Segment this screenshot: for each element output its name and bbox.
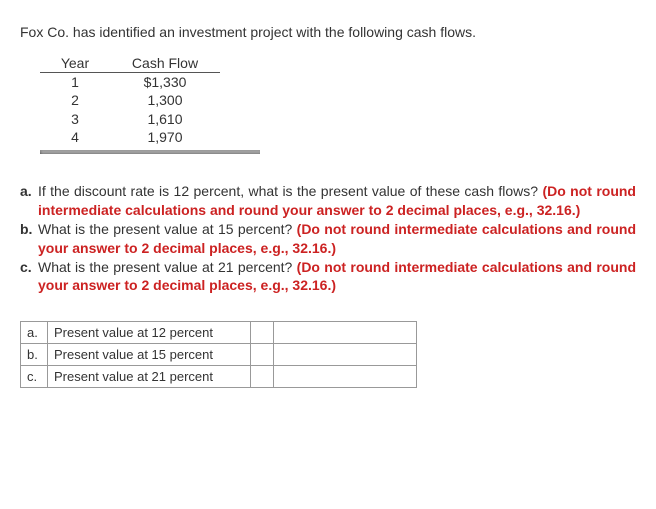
question-c: c. What is the present value at 21 perce…: [20, 258, 636, 296]
question-text: What is the present value at 21 percent?: [38, 259, 297, 275]
answer-table: a. Present value at 12 percent b. Presen…: [20, 321, 417, 388]
answer-desc: Present value at 12 percent: [48, 322, 251, 344]
table-row: 1 $1,330: [40, 73, 220, 92]
question-text: If the discount rate is 12 percent, what…: [38, 183, 542, 199]
cell-year: 4: [40, 128, 110, 146]
question-label: a.: [20, 182, 38, 201]
question-label: c.: [20, 258, 38, 277]
answer-desc: Present value at 21 percent: [48, 366, 251, 388]
answer-row: b. Present value at 15 percent: [21, 344, 417, 366]
answer-input-cell[interactable]: [274, 366, 417, 388]
table-row: 2 1,300: [40, 91, 220, 109]
answer-prefix-cell[interactable]: [251, 322, 274, 344]
cell-cf: 1,300: [110, 91, 220, 109]
cell-cf: 1,610: [110, 110, 220, 128]
question-label: b.: [20, 220, 38, 239]
cell-cf: $1,330: [110, 73, 220, 92]
cell-year: 1: [40, 73, 110, 92]
header-year: Year: [40, 54, 110, 73]
answer-row: c. Present value at 21 percent: [21, 366, 417, 388]
answer-prefix-cell[interactable]: [251, 366, 274, 388]
question-text: What is the present value at 15 percent?: [38, 221, 297, 237]
intro-text: Fox Co. has identified an investment pro…: [20, 24, 636, 40]
answer-input-cell[interactable]: [274, 322, 417, 344]
table-divider: [40, 150, 260, 154]
table-row: 4 1,970: [40, 128, 220, 146]
cash-flow-table: Year Cash Flow 1 $1,330 2 1,300 3 1,610 …: [40, 54, 220, 146]
answer-row: a. Present value at 12 percent: [21, 322, 417, 344]
question-b: b. What is the present value at 15 perce…: [20, 220, 636, 258]
cell-year: 2: [40, 91, 110, 109]
cell-year: 3: [40, 110, 110, 128]
answer-input-cell[interactable]: [274, 344, 417, 366]
question-a: a. If the discount rate is 12 percent, w…: [20, 182, 636, 220]
answer-desc: Present value at 15 percent: [48, 344, 251, 366]
table-row: 3 1,610: [40, 110, 220, 128]
cell-cf: 1,970: [110, 128, 220, 146]
question-block: a. If the discount rate is 12 percent, w…: [20, 182, 636, 295]
answer-prefix-cell[interactable]: [251, 344, 274, 366]
answer-label: b.: [21, 344, 48, 366]
answer-label: a.: [21, 322, 48, 344]
header-cashflow: Cash Flow: [110, 54, 220, 73]
answer-label: c.: [21, 366, 48, 388]
